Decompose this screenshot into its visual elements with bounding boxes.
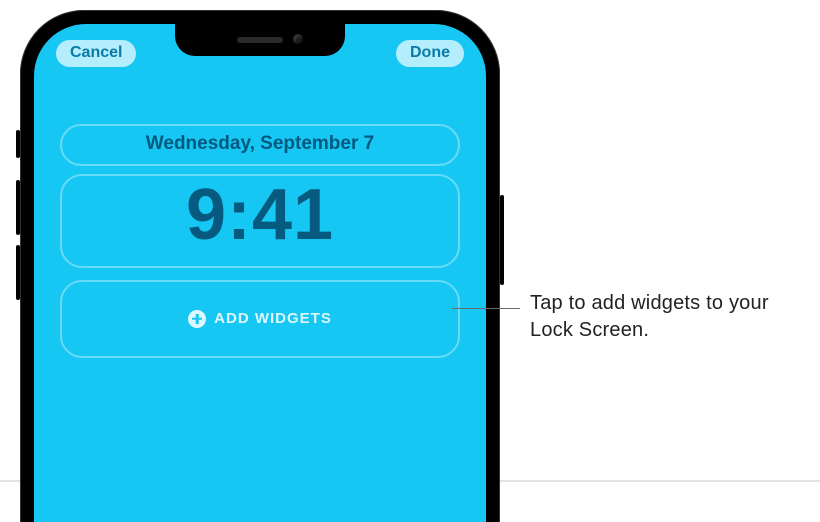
figure-stage: Cancel Done Wednesday, September 7 9:41 … [0, 0, 820, 522]
date-label: Wednesday, September 7 [146, 133, 374, 154]
volume-down-button [16, 245, 20, 300]
callout-leader-line [452, 308, 520, 309]
date-widget-slot[interactable]: Wednesday, September 7 [60, 124, 460, 166]
cancel-button[interactable]: Cancel [56, 40, 136, 67]
phone-screen: Cancel Done Wednesday, September 7 9:41 … [34, 24, 486, 522]
editor-topbar: Cancel Done [34, 40, 486, 67]
time-widget-slot[interactable]: 9:41 [60, 174, 460, 268]
add-widgets-label: ADD WIDGETS [214, 310, 332, 327]
done-button[interactable]: Done [396, 40, 464, 67]
add-widgets-button[interactable]: ADD WIDGETS [60, 280, 460, 358]
lockscreen-editor-panels: Wednesday, September 7 9:41 ADD WIDGETS [60, 124, 460, 358]
side-button [500, 195, 504, 285]
plus-circle-icon [188, 310, 206, 328]
callout-text: Tap to add widgets to your Lock Screen. [530, 290, 790, 344]
iphone-frame: Cancel Done Wednesday, September 7 9:41 … [20, 10, 500, 522]
mute-switch [16, 130, 20, 158]
time-label: 9:41 [186, 175, 334, 255]
volume-up-button [16, 180, 20, 235]
